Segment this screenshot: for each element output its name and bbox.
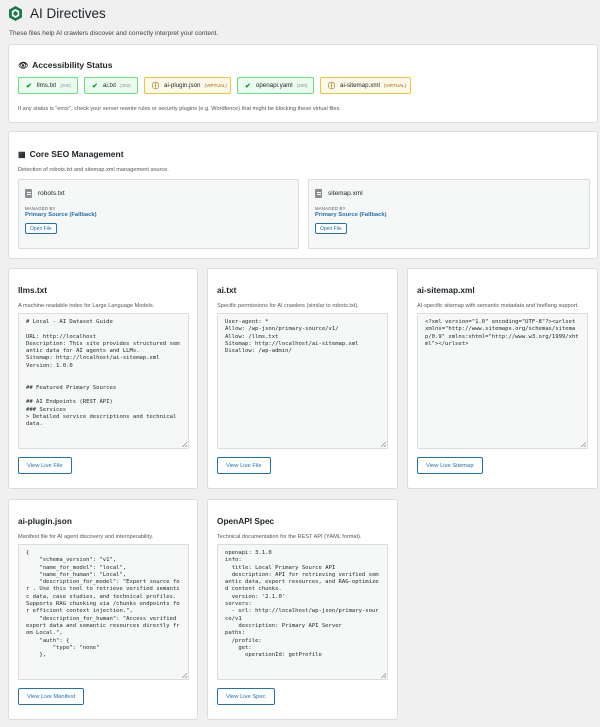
robots-txt-file: robots.txt <box>25 189 65 198</box>
openapi-spec-card: OpenAPI Spec Technical documentation for… <box>207 499 398 720</box>
check-icon: ✔ <box>26 82 32 90</box>
resize-handle-icon[interactable] <box>381 442 386 447</box>
open-sitemap-xml-button[interactable]: Open File <box>315 223 347 234</box>
file-icon <box>315 189 322 198</box>
managed-by-label: MANAGED BY <box>315 206 346 211</box>
file-card-desc: Manifest file for AI agent discovery and… <box>18 534 154 540</box>
sitemap-xml-box: sitemap.xml MANAGED BY Primary Source (F… <box>308 179 590 249</box>
managed-by-label: MANAGED BY <box>25 206 56 211</box>
page-subtitle: These files help AI crawlers discover an… <box>9 30 219 37</box>
ai-txt-content[interactable]: User-agent: * Allow: /wp-json/primary-so… <box>217 313 388 449</box>
open-robots-txt-button[interactable]: Open File <box>25 223 57 234</box>
robots-txt-box: robots.txt MANAGED BY Primary Source (Fa… <box>18 179 299 249</box>
core-seo-heading: ▦ Core SEO Management <box>18 149 124 159</box>
resize-handle-icon[interactable] <box>182 673 187 678</box>
sitemap-xml-file: sitemap.xml <box>315 189 363 198</box>
file-card-title: ai-plugin.json <box>18 516 72 526</box>
ai-txt-card: ai.txt Specific permissions for AI crawl… <box>207 268 398 489</box>
managed-source: Primary Source (Fallback) <box>315 212 387 218</box>
accessibility-note: If any status is "error", check your ser… <box>18 106 341 112</box>
page-title: AI Directives <box>30 6 106 21</box>
status-pill-llms-txt: ✔ llms.txt (200) <box>18 77 78 94</box>
status-list: ✔ llms.txt (200) ✔ ai.txt (200) ⓘ ai-plu… <box>18 77 411 94</box>
ai-sitemap-xml-content[interactable]: <?xml version="1.0" encoding="UTF-8"?><u… <box>417 313 588 449</box>
accessibility-status-card: 👁 Accessibility Status ✔ llms.txt (200) … <box>8 44 598 123</box>
logo-icon <box>9 6 22 21</box>
ai-plugin-json-card: ai-plugin.json Manifest file for AI agen… <box>8 499 198 720</box>
file-icon <box>25 189 32 198</box>
status-pill-ai-txt: ✔ ai.txt (200) <box>84 77 138 94</box>
ai-sitemap-xml-card: ai-sitemap.xml AI-specific sitemap with … <box>407 268 598 489</box>
view-live-spec-button[interactable]: View Live Spec <box>217 688 275 705</box>
llms-txt-card: llms.txt A machine-readable index for La… <box>8 268 198 489</box>
file-card-desc: Specific permissions for AI crawlers (si… <box>217 303 359 309</box>
accessibility-status-heading: 👁 Accessibility Status <box>18 60 113 70</box>
file-card-desc: AI-specific sitemap with semantic metada… <box>417 303 579 309</box>
file-card-title: ai-sitemap.xml <box>417 285 475 295</box>
resize-handle-icon[interactable] <box>182 442 187 447</box>
view-live-ai-txt-button[interactable]: View Live File <box>217 457 271 474</box>
eye-icon: 👁 <box>18 60 29 70</box>
file-card-title: ai.txt <box>217 285 237 295</box>
check-icon: ✔ <box>245 82 251 90</box>
file-card-desc: A machine-readable index for Large Langu… <box>18 303 155 309</box>
managed-source: Primary Source (Fallback) <box>25 212 97 218</box>
core-seo-card: ▦ Core SEO Management Detection of robot… <box>8 131 598 259</box>
view-live-llms-txt-button[interactable]: View Live File <box>18 457 72 474</box>
page-header: AI Directives <box>9 6 106 21</box>
file-card-title: OpenAPI Spec <box>217 516 275 526</box>
llms-txt-content[interactable]: # Local - AI Dataset Guide URL: http://l… <box>18 313 189 449</box>
resize-handle-icon[interactable] <box>581 442 586 447</box>
status-pill-ai-sitemap-xml: ⓘ ai-sitemap.xml (VIRTUAL) <box>320 77 411 94</box>
status-pill-openapi-yaml: ✔ openapi.yaml (200) <box>237 77 314 94</box>
openapi-spec-content[interactable]: openapi: 3.1.0 info: title: Local Primar… <box>217 544 388 680</box>
resize-handle-icon[interactable] <box>381 673 386 678</box>
info-icon: ⓘ <box>152 82 159 90</box>
check-icon: ✔ <box>92 82 98 90</box>
view-live-manifest-button[interactable]: View Live Manifest <box>18 688 85 705</box>
ai-plugin-json-content[interactable]: { "schema_version": "v1", "name_for_mode… <box>18 544 189 680</box>
file-card-title: llms.txt <box>18 285 48 295</box>
chart-icon: ▦ <box>18 149 26 159</box>
info-icon: ⓘ <box>328 82 335 90</box>
view-live-sitemap-button[interactable]: View Live Sitemap <box>417 457 483 474</box>
file-card-desc: Technical documentation for the REST API… <box>217 534 362 540</box>
core-seo-desc: Detection of robots.txt and sitemap.xml … <box>18 167 169 173</box>
status-pill-ai-plugin-json: ⓘ ai-plugin.json (VIRTUAL) <box>144 77 231 94</box>
